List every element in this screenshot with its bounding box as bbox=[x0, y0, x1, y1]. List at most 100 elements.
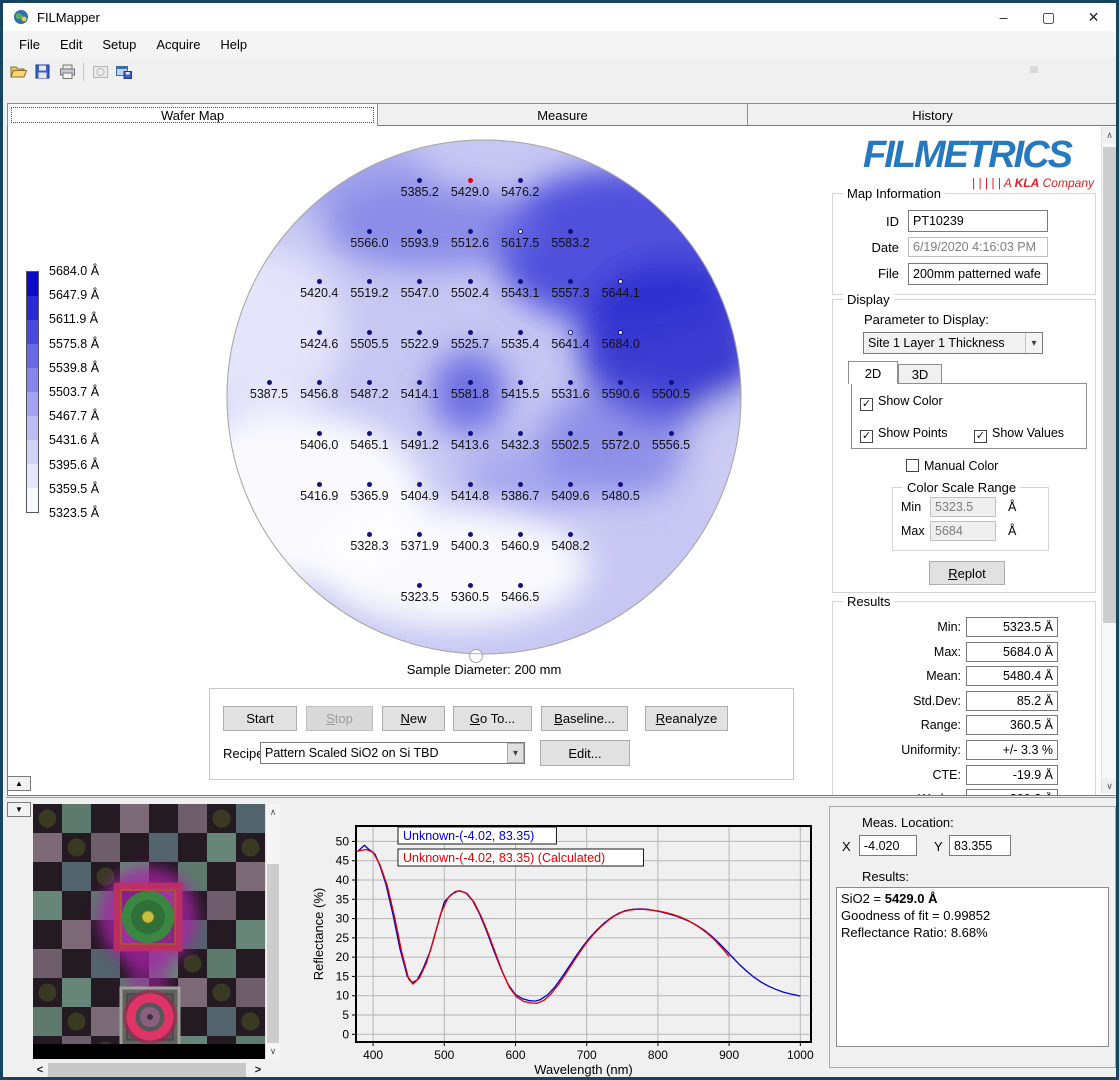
parameter-dropdown[interactable]: Site 1 Layer 1 Thickness ▾ bbox=[863, 332, 1043, 354]
map-file-input[interactable] bbox=[908, 263, 1048, 285]
result-line-sio2: SiO2 = 5429.0 Å bbox=[841, 890, 1104, 907]
measure-pane: ∧ ∨ < > 40050060070080090010000510152025… bbox=[6, 797, 1119, 1080]
svg-text:400: 400 bbox=[363, 1048, 383, 1062]
result-value-field[interactable] bbox=[966, 642, 1058, 662]
meas-location-panel: Meas. Location: X Y Results: SiO2 = 5429… bbox=[829, 806, 1116, 1068]
result-label: CTE: bbox=[833, 768, 961, 782]
tab-3d-label: 3D bbox=[912, 367, 929, 382]
menu-help[interactable]: Help bbox=[210, 33, 257, 56]
x-coordinate-input[interactable] bbox=[859, 835, 917, 856]
maximize-icon[interactable]: ▢ bbox=[1026, 3, 1071, 31]
minimize-icon[interactable]: – bbox=[981, 3, 1026, 31]
replot-button[interactable]: Replot bbox=[929, 561, 1005, 585]
camera-image[interactable] bbox=[33, 804, 265, 1059]
scroll-up-icon[interactable]: ∧ bbox=[1102, 127, 1117, 143]
checkbox-checked-icon[interactable]: ✓ bbox=[974, 430, 987, 443]
scroll-up-icon[interactable]: ∧ bbox=[266, 804, 280, 820]
new-button[interactable]: New bbox=[382, 706, 445, 731]
splitter-collapse-icon[interactable]: ▼ bbox=[7, 802, 31, 817]
result-value-field[interactable] bbox=[966, 765, 1058, 785]
acquire-icon-disabled bbox=[88, 61, 112, 83]
svg-text:Unknown-(-4.02, 83.35) (Calcul: Unknown-(-4.02, 83.35) (Calculated) bbox=[403, 851, 605, 865]
show-points-label: Show Points bbox=[878, 426, 947, 440]
meas-location-title: Meas. Location: bbox=[862, 815, 954, 830]
close-icon[interactable]: ✕ bbox=[1071, 3, 1116, 31]
baseline-button[interactable]: Baseline... bbox=[541, 706, 628, 731]
scrollbar-thumb[interactable] bbox=[1103, 147, 1116, 623]
camera-hscrollbar[interactable]: < > bbox=[33, 1062, 265, 1078]
svg-text:10: 10 bbox=[336, 989, 350, 1003]
app-icon bbox=[13, 9, 29, 25]
svg-text:Reflectance (%): Reflectance (%) bbox=[311, 888, 326, 980]
scrollbar-thumb[interactable] bbox=[267, 864, 279, 1044]
tab-wafer-map[interactable]: Wafer Map bbox=[7, 103, 378, 126]
scroll-down-icon[interactable]: ∨ bbox=[1102, 778, 1117, 794]
svg-text:Unknown-(-4.02, 83.35): Unknown-(-4.02, 83.35) bbox=[403, 829, 534, 843]
result-value-field[interactable] bbox=[966, 666, 1058, 686]
min-input bbox=[930, 497, 996, 517]
svg-text:15: 15 bbox=[336, 969, 350, 983]
open-file-icon[interactable] bbox=[7, 61, 31, 83]
menu-acquire[interactable]: Acquire bbox=[146, 33, 210, 56]
color-scale-range-title: Color Scale Range bbox=[903, 480, 1020, 495]
result-value-field[interactable] bbox=[966, 691, 1058, 711]
copy-map-icon[interactable] bbox=[112, 61, 136, 83]
result-value-field[interactable] bbox=[966, 617, 1058, 637]
result-label: Max: bbox=[833, 645, 961, 659]
show-color-label: Show Color bbox=[878, 394, 943, 408]
scroll-left-icon[interactable]: < bbox=[33, 1062, 47, 1078]
show-values-label: Show Values bbox=[992, 426, 1064, 440]
camera-vscrollbar[interactable]: ∧ ∨ bbox=[265, 804, 280, 1059]
scroll-down-icon[interactable]: ∨ bbox=[266, 1043, 280, 1059]
result-label: Range: bbox=[833, 718, 961, 732]
splitter-expand-icon[interactable]: ▲ bbox=[7, 776, 31, 791]
result-value-field[interactable] bbox=[966, 740, 1058, 760]
display-title: Display bbox=[843, 292, 894, 307]
map-id-input[interactable] bbox=[908, 210, 1048, 232]
tab-measure[interactable]: Measure bbox=[378, 103, 748, 126]
main-tabs: Wafer Map Measure History bbox=[7, 103, 1118, 126]
start-button[interactable]: Start bbox=[223, 706, 297, 731]
print-icon[interactable] bbox=[55, 61, 79, 83]
measurement-results-text[interactable]: SiO2 = 5429.0 Å Goodness of fit = 0.9985… bbox=[836, 887, 1109, 1047]
tagline-bars: | | | | | bbox=[972, 176, 1001, 190]
checkbox-checked-icon[interactable]: ✓ bbox=[860, 430, 873, 443]
stop-button: Stop bbox=[306, 706, 373, 731]
go-to-button[interactable]: Go To... bbox=[453, 706, 532, 731]
scroll-right-icon[interactable]: > bbox=[251, 1062, 265, 1078]
tab-history[interactable]: History bbox=[748, 103, 1118, 126]
manual-color-option[interactable]: Manual Color bbox=[906, 459, 998, 473]
tagline-kla: KLA bbox=[1015, 176, 1040, 190]
show-points-option[interactable]: ✓ Show Points bbox=[860, 426, 947, 443]
id-label: ID bbox=[839, 214, 899, 229]
toolbar-grip bbox=[1030, 66, 1038, 73]
show-color-option[interactable]: ✓ Show Color bbox=[860, 394, 943, 411]
svg-text:800: 800 bbox=[648, 1048, 668, 1062]
map-information-title: Map Information bbox=[843, 186, 945, 201]
wafer-map-image[interactable] bbox=[64, 132, 764, 672]
y-coordinate-input[interactable] bbox=[949, 835, 1011, 856]
svg-text:25: 25 bbox=[336, 931, 350, 945]
svg-text:Wavelength (nm): Wavelength (nm) bbox=[534, 1062, 633, 1077]
x-label: X bbox=[842, 839, 851, 854]
reflectance-chart: 4005006007008009001000051015202530354045… bbox=[311, 816, 819, 1078]
result-value-field[interactable] bbox=[966, 789, 1058, 796]
edit-recipe-button[interactable]: Edit... bbox=[540, 740, 630, 766]
manual-color-label: Manual Color bbox=[924, 459, 998, 473]
recipe-dropdown[interactable]: Pattern Scaled SiO2 on Si TBD ▾ bbox=[260, 742, 525, 764]
menu-setup[interactable]: Setup bbox=[92, 33, 146, 56]
meas-results-label: Results: bbox=[862, 869, 909, 884]
checkbox-checked-icon[interactable]: ✓ bbox=[860, 398, 873, 411]
show-values-option[interactable]: ✓ Show Values bbox=[974, 426, 1064, 443]
main-scrollbar[interactable]: ∧ ∨ bbox=[1101, 127, 1117, 794]
reanalyze-button[interactable]: Reanalyze bbox=[645, 706, 728, 731]
save-icon[interactable] bbox=[31, 61, 55, 83]
svg-text:20: 20 bbox=[336, 950, 350, 964]
menu-file[interactable]: File bbox=[9, 33, 50, 56]
tab-2d[interactable]: 2D bbox=[848, 361, 898, 384]
menu-edit[interactable]: Edit bbox=[50, 33, 92, 56]
result-value-field[interactable] bbox=[966, 715, 1058, 735]
checkbox-unchecked-icon[interactable] bbox=[906, 459, 919, 472]
scrollbar-thumb[interactable] bbox=[48, 1063, 246, 1077]
tab-3d[interactable]: 3D bbox=[898, 364, 942, 384]
